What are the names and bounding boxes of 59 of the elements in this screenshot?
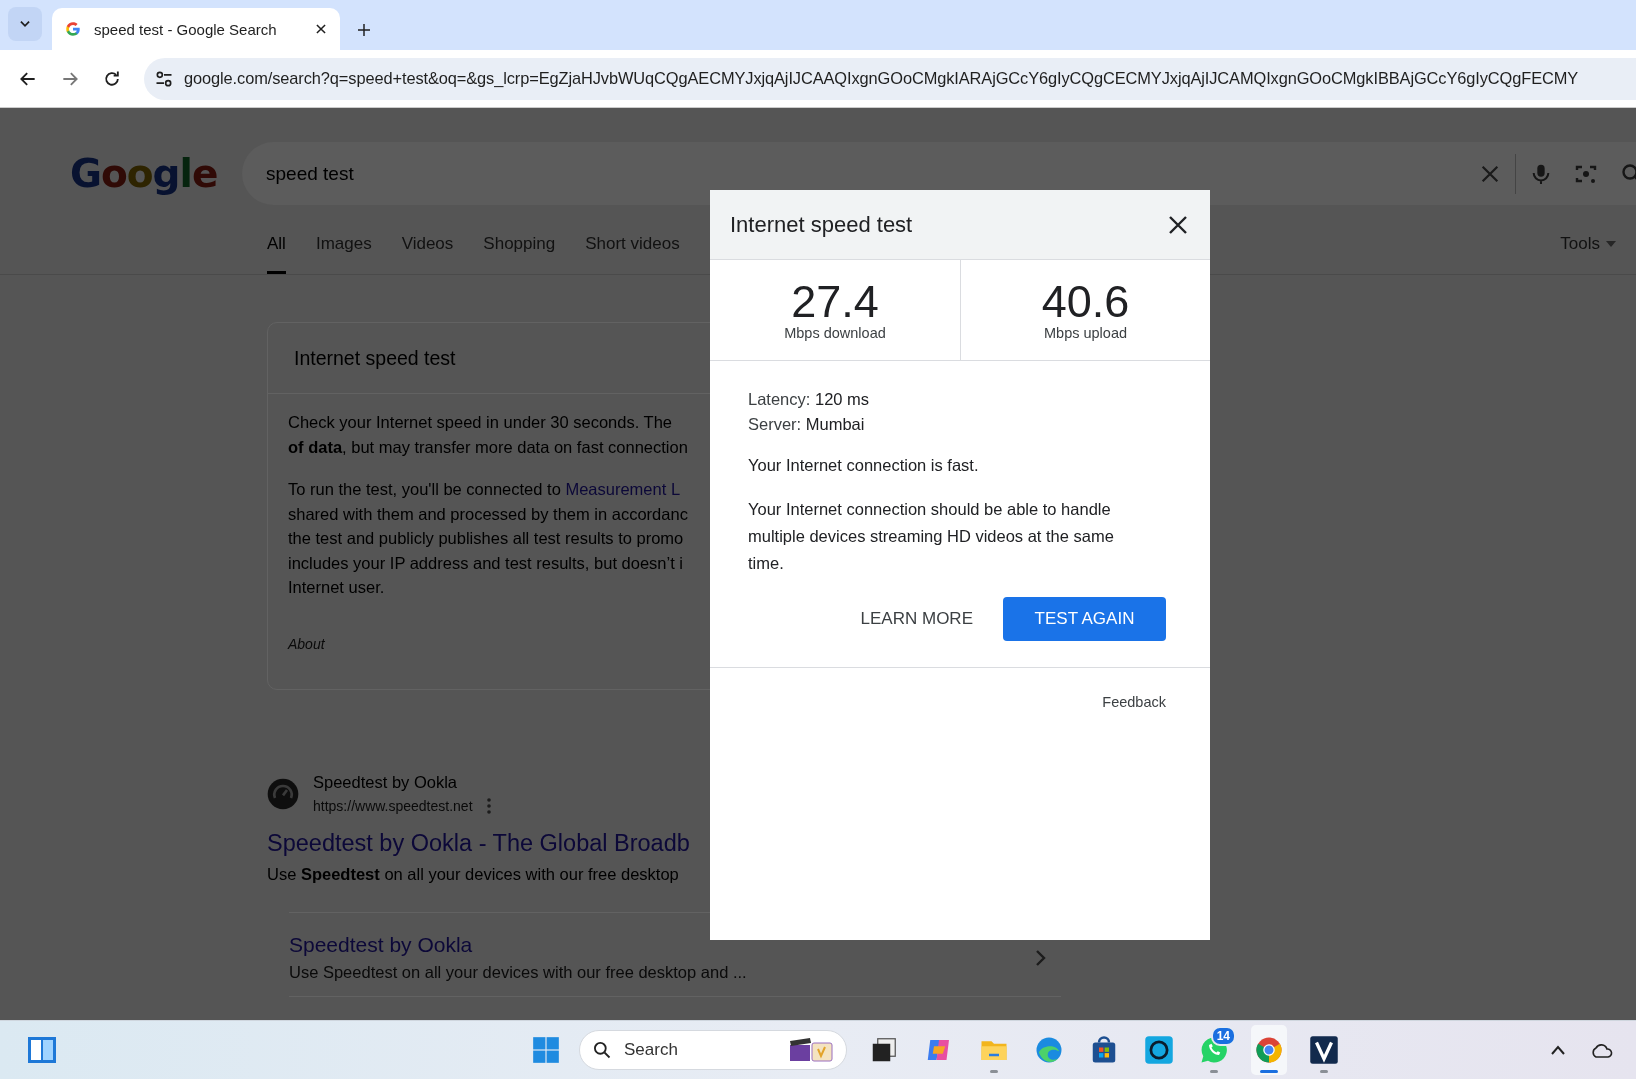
result-snippet: Use Speedtest on all your devices with our free desktop bbox=[267, 865, 679, 884]
browser-logo-icon bbox=[1254, 1035, 1284, 1065]
notification-badge: 14 bbox=[1210, 1026, 1236, 1046]
url-text: google.com/search?q=speed+test&oq=&gs_lcrp=EgZjaHJvbWUqCQgAECMYJxjqAjIJCAAQIxgnGOoCMgkIARAjGCcY6gIyCQgCECMYJxjqAjIJCAMQIxgnGOoCMgkIBBAjGCcY6gIyCQgFECMY bbox=[184, 69, 1579, 88]
ring-icon bbox=[1144, 1035, 1174, 1065]
more-options-icon[interactable] bbox=[486, 798, 491, 814]
clapperboard-icon bbox=[788, 1037, 834, 1063]
speed-value: 27.4 bbox=[791, 279, 879, 325]
site-url[interactable]: https://www.speedtest.net bbox=[313, 798, 473, 814]
sitelink-title[interactable]: Speedtest by Ookla bbox=[289, 933, 473, 957]
test-again-button[interactable]: TEST AGAIN bbox=[1003, 597, 1166, 641]
chevron-up-icon[interactable] bbox=[1550, 1044, 1566, 1056]
new-tab-icon[interactable] bbox=[356, 22, 372, 38]
g-logo-icon bbox=[64, 20, 82, 38]
sitelink-snippet: Use Speedtest on all your devices with our free desktop and ... bbox=[289, 963, 747, 982]
search-query: speed test bbox=[266, 162, 355, 185]
site-name: Speedtest by Ookla bbox=[313, 773, 457, 792]
tools-menu[interactable]: Tools bbox=[1560, 234, 1600, 254]
search-tab[interactable]: Images bbox=[315, 234, 372, 274]
search-tab[interactable]: Videos bbox=[401, 234, 454, 274]
dialog-title: Internet speed test bbox=[730, 211, 913, 238]
taskbar-search-field[interactable]: Search bbox=[579, 1030, 847, 1070]
card-paragraph: To run the test, you'll be connected to Measurement L shared with them and processed by them in accordanc the test and publicly publishes all test results to promo includes your IP address and test results, but doesn’t i Internet user. bbox=[288, 479, 688, 598]
detail-value: Mumbai bbox=[805, 415, 865, 433]
gauge-logo-icon bbox=[267, 777, 299, 810]
verdict-text: Your Internet connection is fast. bbox=[748, 455, 980, 476]
google-logo[interactable]: Google bbox=[70, 151, 242, 196]
chevron-right-icon[interactable] bbox=[1035, 948, 1047, 967]
search-icon bbox=[592, 1040, 612, 1060]
query-field[interactable]: speed test bbox=[242, 142, 1636, 205]
search-tab[interactable]: All bbox=[267, 234, 286, 274]
about-link[interactable]: About bbox=[288, 631, 325, 656]
speed-value: 40.6 bbox=[1041, 279, 1130, 325]
card-title: Internet speed test bbox=[294, 346, 456, 370]
learn-more-button[interactable]: LEARN MORE bbox=[860, 597, 973, 641]
address-bar[interactable]: google.com/search?q=speed+test&oq=&gs_lcrp=EgZjaHJvbWUqCQgAECMYJxjqAjIJCAAQIxgnGOoCMgkIARAjGCcY6gIyCQgCECMYJxjqAjIJCAMQIxgnGOoCMgkIBBAjGCcY6gIyCQgFECMY bbox=[144, 57, 1636, 100]
detail-label: Server: bbox=[748, 415, 802, 433]
measurement-lab-link[interactable]: Measurement L bbox=[565, 480, 681, 498]
speed-unit-label: Mbps download bbox=[784, 325, 886, 341]
feedback-link[interactable]: Feedback bbox=[1102, 694, 1166, 710]
card-paragraph: Check your Internet speed in under 30 seconds. The of data, but may transfer more data on fast connection bbox=[288, 412, 688, 458]
v-logo-icon bbox=[1309, 1035, 1339, 1065]
search-placeholder: Search bbox=[624, 1040, 679, 1060]
start-icon[interactable] bbox=[532, 1036, 560, 1064]
close-icon[interactable] bbox=[1168, 214, 1188, 235]
close-icon[interactable] bbox=[314, 22, 328, 36]
search-tab[interactable]: Short videos bbox=[585, 234, 680, 274]
search-tab[interactable]: Shopping bbox=[483, 234, 556, 274]
detail-label: Latency: bbox=[748, 390, 811, 408]
tab-list-button[interactable] bbox=[8, 7, 42, 41]
speed-unit-label: Mbps upload bbox=[1044, 325, 1127, 341]
wave-globe-icon bbox=[1034, 1035, 1064, 1065]
cloud-icon[interactable] bbox=[1590, 1042, 1614, 1058]
description-text: Your Internet connection should be able to handle multiple devices streaming HD videos at the same time. bbox=[748, 499, 1115, 574]
browser-tab[interactable]: speed test - Google Search bbox=[52, 8, 340, 50]
detail-value: 120 ms bbox=[814, 390, 870, 408]
result-title-link[interactable]: Speedtest by Ookla - The Global Broadb bbox=[267, 830, 690, 857]
widgets-icon[interactable] bbox=[27, 1036, 57, 1064]
tab-title: speed test - Google Search bbox=[94, 20, 278, 38]
